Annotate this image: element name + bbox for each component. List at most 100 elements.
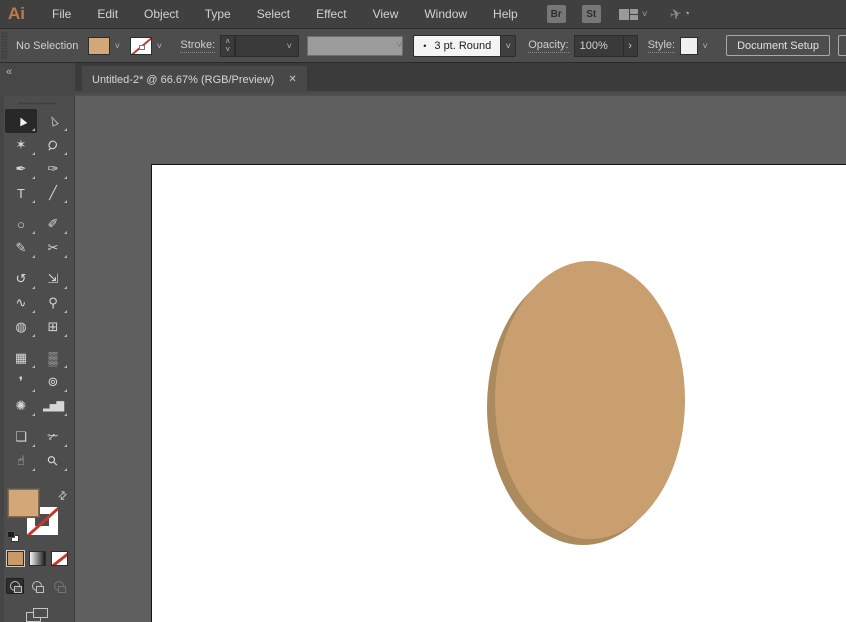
paintbrush-tool[interactable]: ✐ [37, 212, 69, 236]
menu-object[interactable]: Object [131, 7, 192, 21]
gradient-button[interactable] [29, 551, 46, 566]
shaper-tool[interactable]: ✎ [5, 236, 37, 260]
zoom-tool[interactable]: ⚲ [37, 449, 69, 473]
fill-chevron-icon[interactable]: ˅ [110, 37, 124, 55]
eyedropper-tool[interactable]: ❜ [5, 370, 37, 394]
symbol-sprayer-tool[interactable]: ✺ [5, 394, 37, 418]
artboard-tool-icon: ❏ [15, 429, 27, 445]
shaper-tool-icon: ✎ [16, 240, 27, 256]
symbol-sprayer-tool-icon: ✺ [16, 398, 27, 414]
shape-builder-tool[interactable]: ◍ [5, 315, 37, 339]
opacity-label[interactable]: Opacity: [528, 39, 568, 53]
preferences-button-partial[interactable] [838, 35, 846, 56]
type-tool[interactable]: T [5, 181, 37, 205]
go-to-bridge-button[interactable]: Br [547, 5, 566, 23]
collapse-panel-icon[interactable]: « [6, 66, 11, 78]
opacity-options-button[interactable]: › [624, 35, 638, 57]
opacity-input[interactable]: 100% [574, 35, 624, 57]
paintbrush-tool-icon: ✐ [48, 216, 59, 232]
rotate-tool[interactable]: ↺ [5, 267, 37, 291]
style-label[interactable]: Style: [648, 39, 676, 53]
ellipse-tool[interactable]: ○ [5, 212, 37, 236]
line-segment-tool[interactable]: ╱ [37, 181, 69, 205]
stroke-weight-label[interactable]: Stroke: [180, 39, 215, 53]
fill-swatch[interactable] [8, 489, 39, 517]
slice-tool[interactable]: ✃ [37, 425, 69, 449]
puppet-warp-tool[interactable]: ⚲ [37, 291, 69, 315]
column-graph-tool-icon: ▂▅▇ [43, 401, 63, 412]
gradient-tool[interactable]: ▒ [37, 346, 69, 370]
fill-stroke-cluster: ⇄ [5, 489, 69, 543]
artboard[interactable] [151, 164, 846, 622]
curvature-tool[interactable]: ✑ [37, 157, 69, 181]
column-graph-tool[interactable]: ▂▅▇ [37, 394, 69, 418]
width-profile-chevron-icon: ˅ [396, 40, 402, 51]
tools-panel-grip[interactable] [18, 102, 56, 105]
stroke-chevron-icon[interactable]: ˅ [152, 37, 166, 55]
arrange-documents-chevron-icon[interactable]: ˅ [642, 9, 648, 20]
menu-type[interactable]: Type [192, 7, 244, 21]
scissors-tool[interactable]: ✂ [37, 236, 69, 260]
ellipse-shape[interactable] [495, 261, 685, 539]
direct-selection-tool[interactable]: ▻ [37, 109, 69, 133]
stroke-weight-dropdown[interactable]: ˅ [235, 35, 299, 57]
draw-normal-button[interactable] [6, 578, 24, 594]
brush-chevron-button[interactable]: ˅ [501, 35, 516, 57]
draw-normal-icon [10, 581, 20, 591]
style-swatch[interactable] [680, 37, 698, 55]
perspective-grid-tool[interactable]: ⊞ [37, 315, 69, 339]
pen-tool[interactable]: ✒ [5, 157, 37, 181]
hand-tool[interactable]: ☝ [5, 449, 37, 473]
stepper-down-icon[interactable]: ˅ [225, 46, 230, 54]
color-button[interactable] [7, 551, 24, 566]
blend-tool[interactable]: ⊚ [37, 370, 69, 394]
menu-help[interactable]: Help [480, 7, 531, 21]
rocket-icon: ✈ [668, 4, 683, 23]
tab-row: « Untitled-2* @ 66.67% (RGB/Preview) ✕ [0, 63, 846, 96]
arrange-documents-icon[interactable] [619, 9, 638, 20]
draw-behind-button[interactable] [28, 578, 46, 594]
menu-window[interactable]: Window [411, 7, 480, 21]
gpu-performance-icon[interactable]: ✈ ◔ [670, 6, 690, 23]
canvas-pasteboard[interactable] [75, 96, 846, 622]
document-tab[interactable]: Untitled-2* @ 66.67% (RGB/Preview) ✕ [82, 66, 307, 93]
screen-mode-button[interactable] [26, 608, 48, 622]
zoom-tool-icon: ⚲ [44, 452, 62, 470]
line-segment-tool-icon: ╱ [49, 185, 57, 201]
magic-wand-tool[interactable]: ✶ [5, 133, 37, 157]
stroke-weight-stepper[interactable]: ˄ ˅ [220, 35, 235, 57]
menu-bar: Ai File Edit Object Type Select Effect V… [0, 0, 846, 29]
menu-file[interactable]: File [39, 7, 84, 21]
width-tool[interactable]: ∿ [5, 291, 37, 315]
fill-color-dropdown-swatch[interactable] [88, 37, 110, 55]
illustrator-logo: Ai [0, 4, 39, 24]
stroke-weight-chevron-icon[interactable]: ˅ [282, 37, 296, 55]
control-bar-grip[interactable] [1, 32, 8, 60]
style-chevron-icon[interactable]: ˅ [698, 37, 712, 55]
default-fill-stroke-button[interactable] [7, 531, 19, 542]
document-setup-button[interactable]: Document Setup [726, 35, 830, 56]
rotate-tool-icon: ↺ [16, 271, 27, 287]
none-button[interactable] [51, 551, 68, 566]
scale-tool[interactable]: ⇲ [37, 267, 69, 291]
lasso-tool[interactable]: Ϙ [37, 133, 69, 157]
menu-edit[interactable]: Edit [84, 7, 131, 21]
artboard-tool[interactable]: ❏ [5, 425, 37, 449]
width-profile-dropdown: ˅ [307, 36, 403, 56]
menu-view[interactable]: View [360, 7, 412, 21]
artwork [152, 165, 846, 622]
brush-definition-dropdown[interactable]: • 3 pt. Round [413, 35, 501, 57]
brush-chevron-icon: ˅ [506, 41, 511, 51]
mesh-tool[interactable]: ▦ [5, 346, 37, 370]
selection-tool[interactable]: ► [5, 109, 37, 133]
draw-inside-button[interactable] [50, 578, 68, 594]
tab-close-icon[interactable]: ✕ [288, 74, 296, 85]
tool-grid: ► ▻ ✶ Ϙ ✒ ✑ T ╱ ○ ✐ ✎ ✂ [5, 109, 69, 473]
stroke-color-dropdown-swatch[interactable] [130, 37, 152, 55]
swap-fill-stroke-icon[interactable]: ⇄ [55, 488, 71, 504]
adobe-stock-button[interactable]: St [582, 5, 601, 23]
dock-edge [0, 96, 4, 622]
hand-tool-icon: ☝ [17, 453, 25, 469]
menu-select[interactable]: Select [244, 7, 303, 21]
menu-effect[interactable]: Effect [303, 7, 359, 21]
